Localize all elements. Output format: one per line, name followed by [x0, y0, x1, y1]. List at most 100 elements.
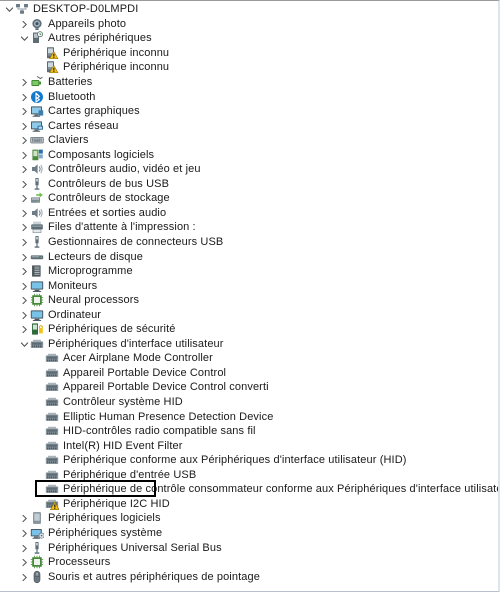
- chevron-right-icon[interactable]: [19, 555, 30, 569]
- tree-item-appareil-portable-device-control-converti[interactable]: Appareil Portable Device Control convert…: [0, 380, 496, 395]
- monitor-icon: [30, 279, 44, 293]
- tree-item-souris-et-autres-peripheriques-de-pointage[interactable]: Souris et autres périphériques de pointa…: [0, 569, 496, 584]
- tree-item-label: Contrôleurs de stockage: [48, 192, 170, 205]
- tree-item-peripherique-inconnu[interactable]: Périphérique inconnu: [0, 60, 496, 75]
- tree-item-composants-logiciels[interactable]: Composants logiciels: [0, 147, 496, 162]
- tree-item-neural-processors[interactable]: Neural processors: [0, 293, 496, 308]
- chevron-right-icon[interactable]: [19, 293, 30, 307]
- chevron-right-icon[interactable]: [19, 75, 30, 89]
- chevron-right-icon[interactable]: [19, 90, 30, 104]
- tree-item-label: Microprogramme: [48, 265, 133, 278]
- tree-item-lecteurs-de-disque[interactable]: Lecteurs de disque: [0, 249, 496, 264]
- storage-controller-icon: [30, 191, 44, 205]
- tree-item-intel-r-hid-event-filter[interactable]: Intel(R) HID Event Filter: [0, 438, 496, 453]
- tree-item-elliptic-human-presence-detection-device[interactable]: Elliptic Human Presence Detection Device: [0, 409, 496, 424]
- chevron-right-icon[interactable]: [19, 308, 30, 322]
- tree-item-appareils-photo[interactable]: Appareils photo: [0, 17, 496, 32]
- disk-drive-icon: [30, 250, 44, 264]
- device-tree[interactable]: DESKTOP-D0LMPDI Appareils photo Autres pér…: [0, 1, 498, 584]
- chevron-right-icon[interactable]: [19, 148, 30, 162]
- tree-item-label: Appareil Portable Device Control convert…: [63, 381, 269, 394]
- tree-item-label: Périphérique d'entrée USB: [63, 468, 197, 481]
- tree-item-appareil-portable-device-control[interactable]: Appareil Portable Device Control: [0, 366, 496, 381]
- tree-item-label: Périphérique de contrôle consommateur co…: [63, 483, 500, 496]
- tree-item-label: Moniteurs: [48, 279, 98, 292]
- tree-item-desktop-d0lmpdi[interactable]: DESKTOP-D0LMPDI: [0, 2, 496, 17]
- chevron-down-icon[interactable]: [19, 31, 30, 45]
- tree-item-peripheriques-d-interface-utilisateur[interactable]: Périphériques d'interface utilisateur: [0, 337, 496, 352]
- chevron-right-icon[interactable]: [19, 206, 30, 220]
- tree-item-peripheriques-systeme[interactable]: Périphériques système: [0, 526, 496, 541]
- chevron-right-icon[interactable]: [19, 119, 30, 133]
- tree-item-peripherique-i2c-hid[interactable]: Périphérique I2C HID: [0, 497, 496, 512]
- tree-item-label: Autres périphériques: [48, 32, 152, 45]
- tree-item-moniteurs[interactable]: Moniteurs: [0, 278, 496, 293]
- chevron-right-icon[interactable]: [19, 511, 30, 525]
- tree-item-hid-controles-radio-compatible-sans-fil[interactable]: HID-contrôles radio compatible sans fil: [0, 424, 496, 439]
- tree-item-bluetooth[interactable]: Bluetooth: [0, 89, 496, 104]
- hid-icon: [45, 410, 59, 424]
- tree-item-acer-airplane-mode-controller[interactable]: Acer Airplane Mode Controller: [0, 351, 496, 366]
- chevron-down-icon[interactable]: [4, 2, 15, 16]
- tree-item-cartes-reseau[interactable]: Cartes réseau: [0, 118, 496, 133]
- chevron-right-icon[interactable]: [19, 104, 30, 118]
- tree-item-label: Cartes réseau: [48, 119, 119, 132]
- printer-icon: [30, 220, 44, 234]
- chevron-right-icon[interactable]: [19, 133, 30, 147]
- tree-item-ordinateur[interactable]: Ordinateur: [0, 307, 496, 322]
- hid-icon: [45, 482, 59, 496]
- tree-item-label: Périphériques de sécurité: [48, 323, 176, 336]
- tree-item-label: Lecteurs de disque: [48, 250, 143, 263]
- battery-icon: [30, 75, 44, 89]
- chevron-right-icon[interactable]: [19, 279, 30, 293]
- device-manager-tree-panel: DESKTOP-D0LMPDI Appareils photo Autres pér…: [0, 0, 500, 592]
- tree-item-controleur-systeme-hid[interactable]: Contrôleur système HID: [0, 395, 496, 410]
- tree-item-files-d-attente-a-l-impression[interactable]: Files d'attente à l'impression :: [0, 220, 496, 235]
- tree-item-processeurs[interactable]: Processeurs: [0, 555, 496, 570]
- tree-item-label: Intel(R) HID Event Filter: [63, 439, 183, 452]
- chevron-right-icon[interactable]: [19, 235, 30, 249]
- tree-item-label: Souris et autres périphériques de pointa…: [48, 570, 260, 583]
- chevron-down-icon[interactable]: [19, 337, 30, 351]
- processor-icon: [30, 293, 44, 307]
- tree-item-gestionnaires-de-connecteurs-usb[interactable]: Gestionnaires de connecteurs USB: [0, 235, 496, 250]
- processor-icon: [30, 555, 44, 569]
- chevron-right-icon[interactable]: [19, 264, 30, 278]
- chevron-right-icon[interactable]: [19, 526, 30, 540]
- tree-item-entrees-et-sorties-audio[interactable]: Entrées et sorties audio: [0, 206, 496, 221]
- tree-item-controleurs-audio-video-et-jeu[interactable]: Contrôleurs audio, vidéo et jeu: [0, 162, 496, 177]
- tree-item-label: Gestionnaires de connecteurs USB: [48, 236, 224, 249]
- tree-item-controleurs-de-stockage[interactable]: Contrôleurs de stockage: [0, 191, 496, 206]
- chevron-right-icon[interactable]: [19, 220, 30, 234]
- chevron-right-icon[interactable]: [19, 541, 30, 555]
- chevron-right-icon[interactable]: [19, 250, 30, 264]
- tree-item-peripherique-de-controle-consommateur-confor[interactable]: Périphérique de contrôle consommateur co…: [0, 482, 498, 497]
- chevron-right-icon[interactable]: [19, 17, 30, 31]
- tree-item-peripherique-conforme-aux-peripheriques-d-in[interactable]: Périphérique conforme aux Périphériques …: [0, 453, 496, 468]
- tree-item-controleurs-de-bus-usb[interactable]: Contrôleurs de bus USB: [0, 177, 496, 192]
- monitor-icon: [30, 308, 44, 322]
- tree-item-peripherique-d-entree-usb[interactable]: Périphérique d'entrée USB: [0, 468, 496, 483]
- tree-item-peripherique-inconnu[interactable]: Périphérique inconnu: [0, 46, 496, 61]
- chevron-right-icon[interactable]: [19, 191, 30, 205]
- tree-item-microprogramme[interactable]: Microprogramme: [0, 264, 496, 279]
- tree-item-peripheriques-universal-serial-bus[interactable]: Périphériques Universal Serial Bus: [0, 540, 496, 555]
- hid-icon: [45, 453, 59, 467]
- tree-item-autres-peripheriques[interactable]: Autres périphériques: [0, 31, 496, 46]
- firmware-icon: [30, 264, 44, 278]
- tree-item-peripheriques-de-securite[interactable]: Périphériques de sécurité: [0, 322, 496, 337]
- tree-item-cartes-graphiques[interactable]: Cartes graphiques: [0, 104, 496, 119]
- chevron-right-icon[interactable]: [19, 322, 30, 336]
- tree-item-label: Périphérique inconnu: [63, 61, 170, 74]
- chevron-right-icon[interactable]: [19, 162, 30, 176]
- tree-item-claviers[interactable]: Claviers: [0, 133, 496, 148]
- chevron-right-icon[interactable]: [19, 177, 30, 191]
- tree-item-label: Contrôleurs audio, vidéo et jeu: [48, 163, 201, 176]
- tree-item-peripheriques-logiciels[interactable]: Périphériques logiciels: [0, 511, 496, 526]
- chevron-right-icon[interactable]: [19, 570, 30, 584]
- tree-item-batteries[interactable]: Batteries: [0, 75, 496, 90]
